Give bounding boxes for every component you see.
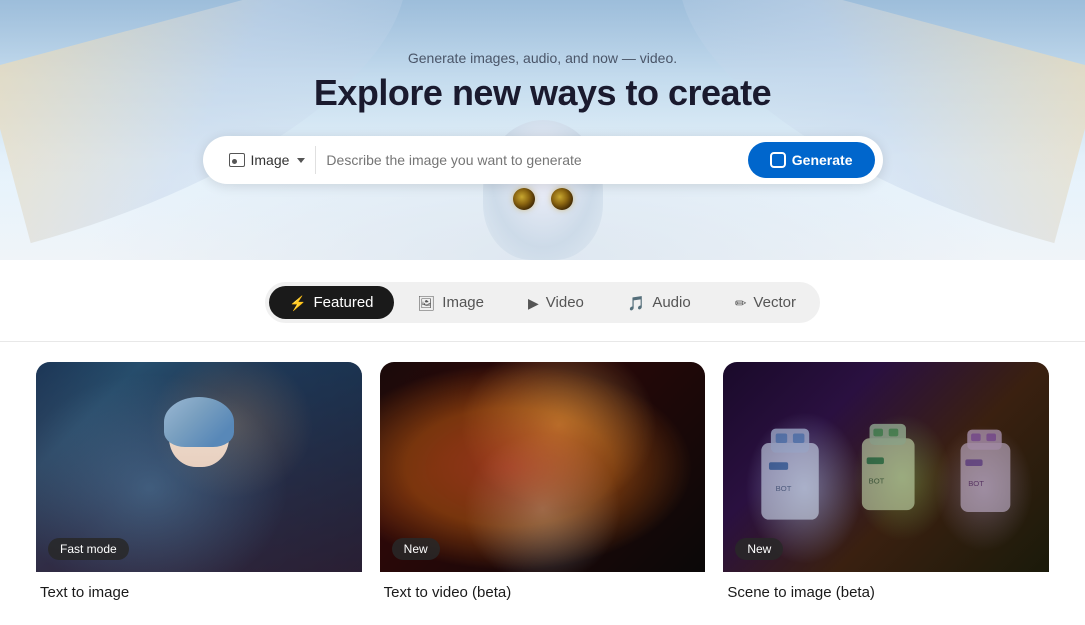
cards-section: Fast mode Text to image New Text to vide…	[0, 342, 1085, 625]
tab-featured-label: Featured	[313, 294, 373, 311]
tab-featured[interactable]: ⚡ Featured	[269, 286, 393, 319]
hero-title: Explore new ways to create	[314, 72, 771, 114]
tab-vector[interactable]: ✏ Vector	[715, 286, 816, 319]
svg-text:BOT: BOT	[969, 479, 985, 488]
card-scene-to-image[interactable]: BOT BOT BOT New Scene to image (beta)	[723, 362, 1049, 605]
anime-hair	[164, 397, 234, 447]
type-label: Image	[251, 152, 290, 168]
svg-text:BOT: BOT	[776, 484, 792, 493]
new-badge-2: New	[735, 538, 783, 560]
chevron-down-icon	[297, 158, 305, 163]
hero-content: Generate images, audio, and now — video.…	[0, 0, 1085, 184]
hero-section: Generate images, audio, and now — video.…	[0, 0, 1085, 260]
tab-audio-label: Audio	[652, 294, 690, 311]
hero-subtitle: Generate images, audio, and now — video.	[408, 50, 677, 66]
card-footer-3: Scene to image (beta)	[723, 572, 1049, 605]
image-type-icon	[229, 153, 245, 167]
tabs-container: ⚡ Featured 🖼 Image ▶ Video 🎵 Audio ✏ Vec…	[265, 282, 820, 323]
card-title-3: Scene to image (beta)	[727, 584, 1045, 601]
tab-image[interactable]: 🖼 Image	[398, 286, 504, 319]
owl-left-eye	[513, 188, 535, 210]
generate-label: Generate	[792, 152, 853, 168]
card-image-3: BOT BOT BOT New	[723, 362, 1049, 572]
generate-icon	[770, 152, 786, 168]
search-input[interactable]	[326, 152, 747, 168]
tab-image-label: Image	[442, 294, 484, 311]
tab-video[interactable]: ▶ Video	[508, 286, 604, 319]
card-title-2: Text to video (beta)	[384, 584, 702, 601]
card-text-to-image[interactable]: Fast mode Text to image	[36, 362, 362, 605]
tab-vector-label: Vector	[753, 294, 796, 311]
tab-audio[interactable]: 🎵 Audio	[608, 286, 711, 319]
video-tab-icon: ▶	[528, 296, 539, 310]
search-bar: Image Generate	[203, 136, 883, 184]
fast-mode-badge: Fast mode	[48, 538, 129, 560]
card-footer-1: Text to image	[36, 572, 362, 605]
featured-icon: ⚡	[289, 296, 306, 310]
card-footer-2: Text to video (beta)	[380, 572, 706, 605]
new-badge-1: New	[392, 538, 440, 560]
card-title-1: Text to image	[40, 584, 358, 601]
tab-video-label: Video	[546, 294, 584, 311]
audio-tab-icon: 🎵	[628, 296, 645, 310]
tabs-section: ⚡ Featured 🖼 Image ▶ Video 🎵 Audio ✏ Vec…	[0, 260, 1085, 342]
card-image-1: Fast mode	[36, 362, 362, 572]
svg-text:BOT: BOT	[869, 476, 885, 485]
owl-right-eye	[551, 188, 573, 210]
generate-button[interactable]: Generate	[748, 142, 875, 178]
image-tab-icon: 🖼	[418, 296, 436, 310]
card-image-2: New	[380, 362, 706, 572]
vector-tab-icon: ✏	[735, 296, 747, 310]
card-text-to-video[interactable]: New Text to video (beta)	[380, 362, 706, 605]
anime-character	[149, 392, 249, 572]
owl-eyes-decoration	[513, 188, 573, 210]
type-selector[interactable]: Image	[219, 146, 317, 174]
